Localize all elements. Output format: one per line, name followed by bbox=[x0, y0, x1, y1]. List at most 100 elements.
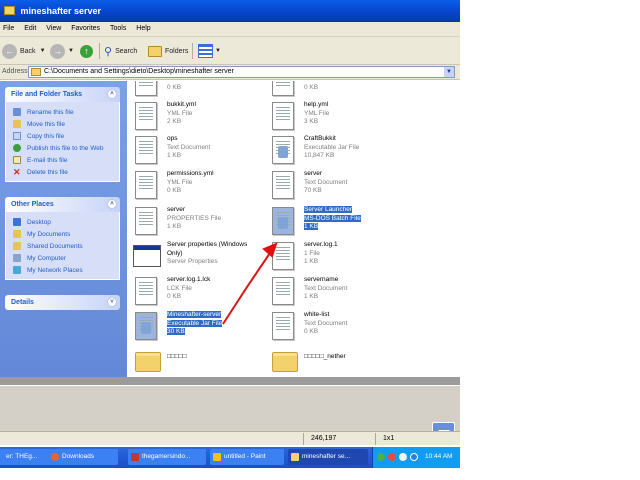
tray-icon[interactable] bbox=[377, 453, 385, 461]
menu-file[interactable]: File bbox=[3, 25, 14, 32]
properties-file-icon bbox=[135, 207, 157, 235]
task-copy[interactable]: Copy this file bbox=[13, 130, 119, 142]
paint-canvas-area bbox=[0, 385, 460, 431]
document-icon bbox=[135, 81, 157, 96]
panel-header[interactable]: Other Places ˄ bbox=[5, 197, 120, 212]
collapse-chevron-icon[interactable]: ˄ bbox=[107, 199, 117, 209]
paint-icon bbox=[213, 453, 221, 461]
computer-icon bbox=[13, 254, 21, 262]
menu-favorites[interactable]: Favorites bbox=[71, 25, 100, 32]
rename-icon bbox=[13, 108, 21, 116]
file-item-selected[interactable]: Mineshafter-server Executable Jar File 30 … bbox=[131, 309, 276, 343]
folder-icon bbox=[31, 68, 41, 76]
task-rename[interactable]: Rename this file bbox=[13, 106, 119, 118]
chevron-down-icon: ▼ bbox=[39, 48, 46, 54]
file-item[interactable]: Server properties (Windows Only) Server P… bbox=[131, 239, 271, 273]
panel-header[interactable]: File and Folder Tasks ˄ bbox=[5, 87, 120, 102]
taskbar-button-active[interactable]: mineshafter se... bbox=[288, 449, 368, 465]
menu-tools[interactable]: Tools bbox=[110, 25, 126, 32]
place-my-network-places[interactable]: My Network Places bbox=[13, 264, 119, 276]
file-item[interactable]: server.log.1 1 File 1 KB bbox=[268, 239, 413, 273]
file-item[interactable]: server Text Document 70 KB bbox=[268, 168, 413, 202]
chevron-down-icon[interactable]: ▼ bbox=[444, 67, 454, 77]
task-publish[interactable]: Publish this file to the Web bbox=[13, 142, 119, 154]
move-icon bbox=[13, 120, 21, 128]
task-email[interactable]: E-mail this file bbox=[13, 154, 119, 166]
toolbar-divider bbox=[99, 43, 100, 59]
file-item-selected[interactable]: Server Launcher MS-DOS Batch File 1 KB bbox=[268, 204, 413, 238]
network-icon bbox=[13, 266, 21, 274]
file-item[interactable]: 0 KB bbox=[131, 81, 276, 99]
taskbar-button[interactable]: thegamersindo... bbox=[128, 449, 206, 465]
document-icon bbox=[272, 102, 294, 130]
taskbar-button[interactable]: er: THEg... bbox=[0, 449, 54, 465]
folder-icon bbox=[291, 453, 299, 461]
search-button[interactable]: ⚲ Search bbox=[104, 42, 137, 60]
other-places-panel: Other Places ˄ Desktop My Documents Shar… bbox=[5, 197, 120, 280]
up-folder-button[interactable]: ↑ bbox=[80, 42, 96, 60]
file-item[interactable]: Text Document0 KB bbox=[268, 81, 413, 99]
status-size: 1x1 bbox=[383, 435, 395, 442]
menu-view[interactable]: View bbox=[46, 25, 61, 32]
address-input[interactable]: C:\Documents and Settings\dieto\Desktop\… bbox=[28, 66, 455, 78]
jar-file-icon bbox=[272, 136, 294, 164]
document-icon bbox=[135, 277, 157, 305]
taskbar-button[interactable]: Downloads bbox=[48, 449, 118, 465]
address-path: C:\Documents and Settings\dieto\Desktop\… bbox=[44, 68, 234, 75]
copy-icon bbox=[13, 132, 21, 140]
desktop-icon bbox=[13, 218, 21, 226]
window-title-bar[interactable]: mineshafter server bbox=[0, 0, 460, 22]
document-icon bbox=[135, 136, 157, 164]
file-item[interactable]: CraftBukkit Executable Jar File 10,847 KB bbox=[268, 133, 413, 167]
horizontal-scroll-strip bbox=[0, 377, 460, 385]
address-label: Address bbox=[2, 68, 28, 75]
file-list: 0 KB Text Document0 KB bukkit.ymlYML Fil… bbox=[127, 81, 460, 377]
folder-item[interactable]: □□□□□ bbox=[131, 343, 276, 377]
details-panel: Details ˅ bbox=[5, 295, 120, 310]
place-my-documents[interactable]: My Documents bbox=[13, 228, 119, 240]
file-item[interactable]: permissions.yml YML File 0 KB bbox=[131, 168, 276, 202]
tray-icon[interactable] bbox=[399, 453, 407, 461]
file-item[interactable]: help.yml YML File 3 KB bbox=[268, 99, 413, 133]
place-shared-documents[interactable]: Shared Documents bbox=[13, 240, 119, 252]
panel-header[interactable]: Details ˅ bbox=[5, 295, 120, 310]
file-item[interactable]: ops Text Document 1 KB bbox=[131, 133, 276, 167]
collapse-chevron-icon[interactable]: ˄ bbox=[107, 89, 117, 99]
document-icon bbox=[272, 242, 294, 270]
views-button[interactable]: ▼ bbox=[198, 42, 221, 60]
delete-x-icon: ✕ bbox=[13, 167, 21, 177]
place-my-computer[interactable]: My Computer bbox=[13, 252, 119, 264]
taskbar-button[interactable]: untitled - Paint bbox=[210, 449, 284, 465]
task-delete[interactable]: ✕ Delete this file bbox=[13, 166, 119, 178]
file-item[interactable]: white-list Text Document 0 KB bbox=[268, 309, 413, 343]
document-icon bbox=[272, 171, 294, 199]
folders-icon bbox=[148, 45, 162, 57]
file-item[interactable]: servername Text Document 1 KB bbox=[268, 274, 413, 308]
status-divider bbox=[375, 433, 376, 445]
up-folder-icon: ↑ bbox=[80, 44, 93, 58]
expand-chevron-icon[interactable]: ˅ bbox=[107, 297, 117, 307]
back-button[interactable]: ← Back ▼ bbox=[2, 42, 46, 60]
window-title: mineshafter server bbox=[20, 6, 102, 16]
document-icon bbox=[272, 81, 294, 96]
menu-help[interactable]: Help bbox=[136, 25, 150, 32]
folder-icon bbox=[4, 6, 15, 15]
toolbar-divider bbox=[192, 43, 193, 59]
forward-button[interactable]: → ▼ bbox=[50, 42, 74, 60]
place-desktop[interactable]: Desktop bbox=[13, 216, 119, 228]
file-item[interactable]: server.log.1.lck LCK File 0 KB bbox=[131, 274, 276, 308]
file-item[interactable]: server PROPERTIES File 1 KB bbox=[131, 204, 276, 238]
document-icon bbox=[135, 102, 157, 130]
explorer-screenshot: mineshafter server File Edit View Favori… bbox=[0, 0, 460, 468]
menu-edit[interactable]: Edit bbox=[24, 25, 36, 32]
tray-icon[interactable] bbox=[388, 453, 396, 461]
status-divider bbox=[303, 433, 304, 445]
folders-button[interactable]: Folders bbox=[148, 42, 188, 60]
task-move[interactable]: Move this file bbox=[13, 118, 119, 130]
file-item[interactable]: bukkit.yml YML File 2 KB bbox=[131, 99, 276, 133]
taskbar: er: THEg... Downloads thegamersindo... u… bbox=[0, 447, 460, 468]
folder-item[interactable]: □□□□□_nether bbox=[268, 343, 413, 377]
panel-body: Rename this file Move this file Copy thi… bbox=[5, 102, 120, 182]
tray-icon[interactable] bbox=[410, 453, 418, 461]
clock[interactable]: 10:44 AM bbox=[425, 453, 452, 460]
